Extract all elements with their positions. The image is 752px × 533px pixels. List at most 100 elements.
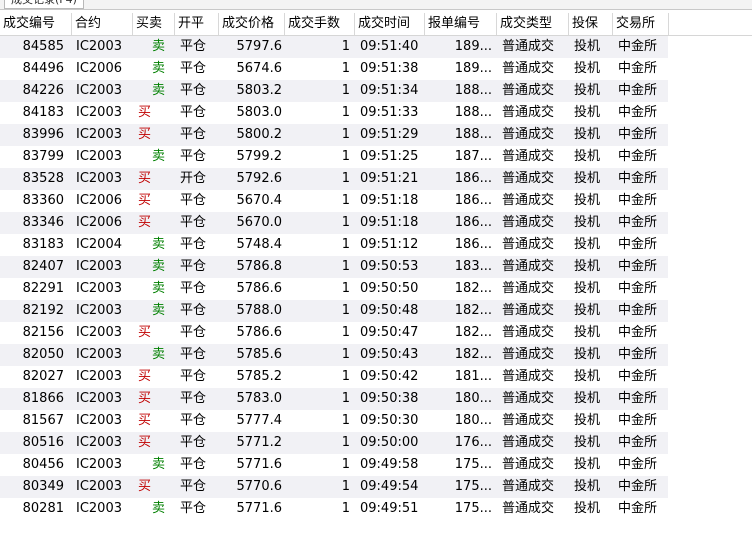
open-close-cell: 开仓 xyxy=(180,171,207,186)
qty-cell: 1 xyxy=(341,171,350,186)
time-cell: 09:51:21 xyxy=(360,171,419,186)
table-row[interactable]: 80516 IC2003 买 平仓 5771.2 1 09:50:00 176... 普通成交 投… xyxy=(0,432,752,454)
qty-cell: 1 xyxy=(341,61,350,76)
header-hedge[interactable]: 投保 xyxy=(569,13,613,35)
instrument-cell: IC2003 xyxy=(76,149,122,164)
side-cell: 卖 xyxy=(152,457,166,472)
instrument-cell: IC2003 xyxy=(76,369,122,384)
hedge-cell: 投机 xyxy=(574,479,601,494)
open-close-cell: 平仓 xyxy=(180,149,207,164)
table-row[interactable]: 83799 IC2003 卖平仓 5799.2 1 09:51:25 187... 普通成交 投… xyxy=(0,146,752,168)
open-close-cell: 平仓 xyxy=(180,347,207,362)
trade-id-cell: 82291 xyxy=(22,281,64,296)
qty-cell: 1 xyxy=(341,281,350,296)
time-cell: 09:50:43 xyxy=(360,347,419,362)
side-cell: 买 xyxy=(138,413,152,428)
table-row[interactable]: 83528 IC2003 买 开仓 5792.6 1 09:51:21 186... 普通成交 投… xyxy=(0,168,752,190)
open-close-cell: 平仓 xyxy=(180,457,207,472)
instrument-cell: IC2003 xyxy=(76,391,122,406)
hedge-cell: 投机 xyxy=(574,303,601,318)
exchange-cell: 中金所 xyxy=(618,193,658,208)
table-row[interactable]: 80349 IC2003 买 平仓 5770.6 1 09:49:54 175... 普通成交 投… xyxy=(0,476,752,498)
table-row[interactable]: 80456 IC2003 卖平仓 5771.6 1 09:49:58 175... 普通成交 投… xyxy=(0,454,752,476)
hedge-cell: 投机 xyxy=(574,149,601,164)
header-time[interactable]: 成交时间 xyxy=(355,13,425,35)
hedge-cell: 投机 xyxy=(574,325,601,340)
side-cell: 买 xyxy=(138,325,152,340)
table-row[interactable]: 84226 IC2003 卖平仓 5803.2 1 09:51:34 188... 普通成交 投… xyxy=(0,80,752,102)
table-row[interactable]: 82291 IC2003 卖平仓 5786.6 1 09:50:50 182... 普通成交 投… xyxy=(0,278,752,300)
table-row[interactable]: 80281 IC2003 卖平仓 5771.6 1 09:49:51 175... 普通成交 投… xyxy=(0,498,752,520)
header-qty[interactable]: 成交手数 xyxy=(285,13,355,35)
header-order-no[interactable]: 报单编号 xyxy=(425,13,497,35)
table-row[interactable]: 82407 IC2003 卖平仓 5786.8 1 09:50:53 183... 普通成交 投… xyxy=(0,256,752,278)
trade-type-cell: 普通成交 xyxy=(502,391,555,406)
trade-id-cell: 83183 xyxy=(22,237,64,252)
trade-id-cell: 80516 xyxy=(22,435,64,450)
exchange-cell: 中金所 xyxy=(618,61,658,76)
time-cell: 09:51:40 xyxy=(360,39,419,54)
exchange-cell: 中金所 xyxy=(618,303,658,318)
time-cell: 09:50:42 xyxy=(360,369,419,384)
qty-cell: 1 xyxy=(341,391,350,406)
header-side[interactable]: 买卖 xyxy=(133,13,175,35)
table-row[interactable]: 81866 IC2003 买 平仓 5783.0 1 09:50:38 180... 普通成交 投… xyxy=(0,388,752,410)
trade-type-cell: 普通成交 xyxy=(502,479,555,494)
instrument-cell: IC2003 xyxy=(76,171,122,186)
order-no-cell: 175... xyxy=(454,501,492,516)
table-row[interactable]: 82050 IC2003 卖平仓 5785.6 1 09:50:43 182... 普通成交 投… xyxy=(0,344,752,366)
exchange-cell: 中金所 xyxy=(618,259,658,274)
table-row[interactable]: 82192 IC2003 卖平仓 5788.0 1 09:50:48 182... 普通成交 投… xyxy=(0,300,752,322)
price-cell: 5748.4 xyxy=(236,237,283,252)
table-row[interactable]: 83346 IC2006 买 平仓 5670.0 1 09:51:18 186... 普通成交 投… xyxy=(0,212,752,234)
trade-id-cell: 83996 xyxy=(22,127,64,142)
price-cell: 5786.8 xyxy=(236,259,283,274)
qty-cell: 1 xyxy=(341,325,350,340)
open-close-cell: 平仓 xyxy=(180,259,207,274)
table-row[interactable]: 82156 IC2003 买 平仓 5786.6 1 09:50:47 182... 普通成交 投… xyxy=(0,322,752,344)
trade-id-cell: 82156 xyxy=(22,325,64,340)
table-row[interactable]: 83996 IC2003 买 平仓 5800.2 1 09:51:29 188... 普通成交 投… xyxy=(0,124,752,146)
qty-cell: 1 xyxy=(341,457,350,472)
hedge-cell: 投机 xyxy=(574,259,601,274)
qty-cell: 1 xyxy=(341,347,350,362)
order-no-cell: 188... xyxy=(454,127,492,142)
header-trade-type[interactable]: 成交类型 xyxy=(497,13,569,35)
order-no-cell: 175... xyxy=(454,457,492,472)
trade-type-cell: 普通成交 xyxy=(502,435,555,450)
table-row[interactable]: 83360 IC2006 买 平仓 5670.4 1 09:51:18 186... 普通成交 投… xyxy=(0,190,752,212)
trade-type-cell: 普通成交 xyxy=(502,149,555,164)
header-exchange[interactable]: 交易所 xyxy=(613,13,669,35)
trade-type-cell: 普通成交 xyxy=(502,501,555,516)
hedge-cell: 投机 xyxy=(574,39,601,54)
instrument-cell: IC2003 xyxy=(76,83,122,98)
side-cell: 买 xyxy=(138,127,152,142)
order-no-cell: 189... xyxy=(454,39,492,54)
table-row[interactable]: 84585 IC2003 卖平仓 5797.6 1 09:51:40 189... 普通成交 投… xyxy=(0,36,752,58)
exchange-cell: 中金所 xyxy=(618,435,658,450)
instrument-cell: IC2003 xyxy=(76,435,122,450)
price-cell: 5674.6 xyxy=(236,61,283,76)
hedge-cell: 投机 xyxy=(574,369,601,384)
header-price[interactable]: 成交价格 xyxy=(219,13,285,35)
table-row[interactable]: 83183 IC2004 卖平仓 5748.4 1 09:51:12 186... 普通成交 投… xyxy=(0,234,752,256)
qty-cell: 1 xyxy=(341,127,350,142)
time-cell: 09:50:47 xyxy=(360,325,419,340)
time-cell: 09:50:48 xyxy=(360,303,419,318)
tab-trade-records[interactable]: 成交记录(F4) xyxy=(4,0,84,9)
qty-cell: 1 xyxy=(341,105,350,120)
table-row[interactable]: 84183 IC2003 买 平仓 5803.0 1 09:51:33 188... 普通成交 投… xyxy=(0,102,752,124)
order-no-cell: 181... xyxy=(454,369,492,384)
header-instrument[interactable]: 合约 xyxy=(72,13,133,35)
price-cell: 5785.6 xyxy=(236,347,283,362)
time-cell: 09:51:38 xyxy=(360,61,419,76)
table-row[interactable]: 84496 IC2006 卖平仓 5674.6 1 09:51:38 189... 普通成交 投… xyxy=(0,58,752,80)
table-row[interactable]: 82027 IC2003 买 平仓 5785.2 1 09:50:42 181... 普通成交 投… xyxy=(0,366,752,388)
trade-id-cell: 84496 xyxy=(22,61,64,76)
side-cell: 卖 xyxy=(152,237,166,252)
table-row[interactable]: 81567 IC2003 买 平仓 5777.4 1 09:50:30 180... 普通成交 投… xyxy=(0,410,752,432)
time-cell: 09:50:30 xyxy=(360,413,419,428)
header-open-close[interactable]: 开平 xyxy=(175,13,219,35)
side-cell: 买 xyxy=(138,215,152,230)
header-trade-id[interactable]: 成交编号 xyxy=(0,13,72,35)
